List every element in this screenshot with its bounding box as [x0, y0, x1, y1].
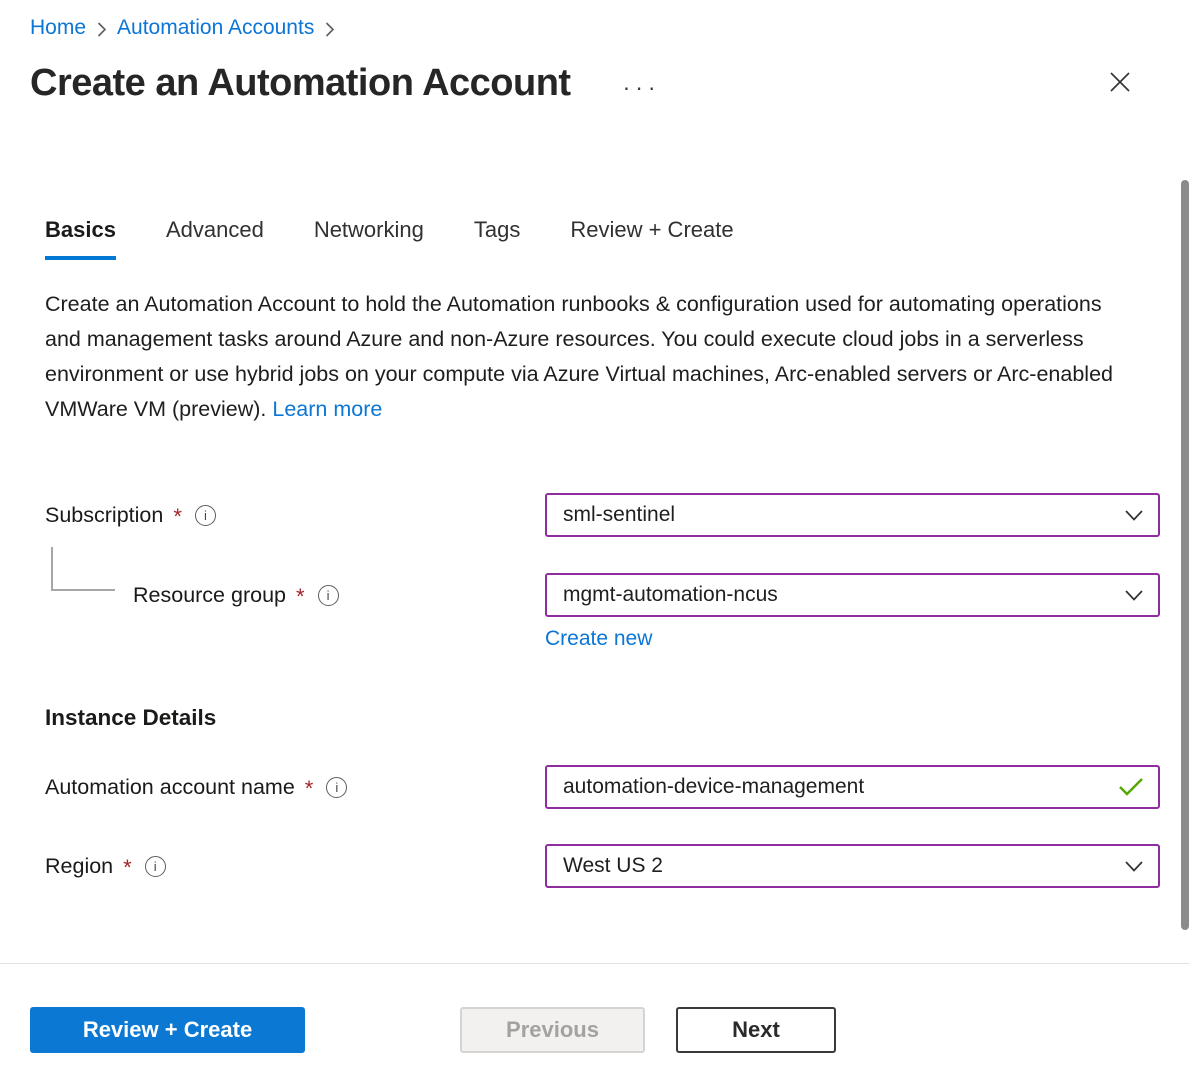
info-icon[interactable]: i: [326, 777, 347, 798]
tab-networking[interactable]: Networking: [314, 217, 424, 260]
required-asterisk: *: [123, 855, 132, 881]
previous-button[interactable]: Previous: [460, 1007, 645, 1053]
account-name-field[interactable]: [545, 765, 1160, 809]
chevron-right-icon: [96, 21, 107, 38]
learn-more-link[interactable]: Learn more: [272, 397, 382, 421]
subscription-row: Subscription * i: [0, 493, 1190, 537]
account-name-row: Automation account name * i: [0, 765, 1190, 809]
breadcrumb-automation-accounts[interactable]: Automation Accounts: [117, 16, 314, 40]
region-input[interactable]: [547, 854, 1124, 878]
create-new-row: Create new: [0, 627, 1190, 651]
panel-header: Create an Automation Account ···: [0, 62, 1190, 105]
description-text: Create an Automation Account to hold the…: [45, 292, 1113, 421]
create-automation-account-panel: Home Automation Accounts Create an Autom…: [0, 0, 1190, 1081]
info-icon[interactable]: i: [318, 585, 339, 606]
resource-group-dropdown[interactable]: [545, 573, 1160, 617]
resource-group-label: Resource group * i: [30, 582, 545, 608]
close-icon: [1106, 68, 1134, 99]
instance-details-heading: Instance Details: [45, 705, 1160, 731]
region-label-text: Region: [45, 854, 113, 879]
chevron-down-icon[interactable]: [1124, 589, 1158, 602]
more-options-icon[interactable]: ···: [623, 74, 661, 101]
required-asterisk: *: [296, 584, 305, 610]
info-icon[interactable]: i: [195, 505, 216, 526]
next-button[interactable]: Next: [676, 1007, 836, 1053]
resource-group-label-text: Resource group: [133, 583, 286, 608]
account-name-input[interactable]: [547, 775, 1118, 799]
chevron-right-icon: [324, 21, 335, 38]
tab-review-create[interactable]: Review + Create: [570, 217, 733, 260]
subscription-dropdown[interactable]: [545, 493, 1160, 537]
panel-description: Create an Automation Account to hold the…: [45, 287, 1140, 427]
chevron-down-icon[interactable]: [1124, 509, 1158, 522]
resource-group-row: Resource group * i: [0, 573, 1190, 617]
subscription-label: Subscription * i: [30, 502, 545, 528]
valid-checkmark-icon: [1118, 777, 1158, 797]
page-title: Create an Automation Account: [30, 62, 571, 105]
close-panel-button[interactable]: [1102, 64, 1138, 103]
resource-group-input[interactable]: [547, 583, 1124, 607]
wizard-footer: Review + Create Previous Next: [0, 963, 1190, 1081]
scrollbar-thumb[interactable]: [1181, 180, 1189, 930]
info-icon[interactable]: i: [145, 856, 166, 877]
tab-basics[interactable]: Basics: [45, 217, 116, 260]
breadcrumb: Home Automation Accounts: [0, 0, 1190, 40]
region-label: Region * i: [30, 853, 545, 879]
tab-tags[interactable]: Tags: [474, 217, 520, 260]
breadcrumb-home[interactable]: Home: [30, 16, 86, 40]
account-name-label: Automation account name * i: [30, 774, 545, 800]
chevron-down-icon[interactable]: [1124, 860, 1158, 873]
account-name-label-text: Automation account name: [45, 775, 295, 800]
region-dropdown[interactable]: [545, 844, 1160, 888]
wizard-tabs: Basics Advanced Networking Tags Review +…: [45, 217, 1160, 260]
review-create-button[interactable]: Review + Create: [30, 1007, 305, 1053]
region-row: Region * i: [0, 844, 1190, 888]
tab-advanced[interactable]: Advanced: [166, 217, 264, 260]
subscription-input[interactable]: [547, 503, 1124, 527]
required-asterisk: *: [305, 776, 314, 802]
subscription-label-text: Subscription: [45, 503, 163, 528]
create-new-link[interactable]: Create new: [545, 627, 652, 650]
required-asterisk: *: [173, 504, 182, 530]
